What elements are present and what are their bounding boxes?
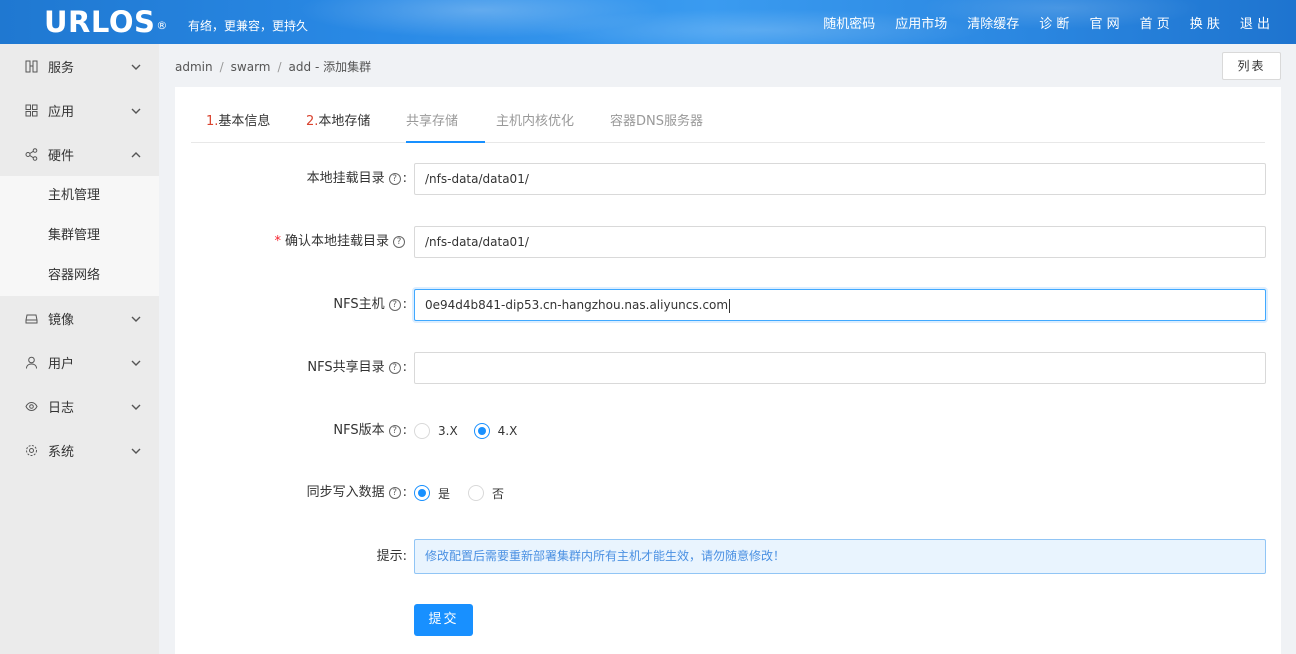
share-icon [24, 147, 38, 161]
radio-nfs-4x[interactable]: 4.X [473, 423, 517, 439]
local-mount-input[interactable]: /nfs-data/data01/ [414, 163, 1266, 195]
sidebar: 服务 应用 硬件 主机管理 集群管理 容器网络 镜像 用户 日志 系统 [0, 44, 159, 654]
help-icon[interactable]: ? [393, 236, 405, 248]
form-row-tip: 提示: 修改配置后需要重新部署集群内所有主机才能生效，请勿随意修改！ [175, 539, 1281, 574]
tab-kernel-optimization[interactable]: 主机内核优化 [496, 87, 574, 143]
form-row-local-mount: 本地挂载目录?: /nfs-data/data01/ [175, 163, 1281, 195]
radio-sync-yes[interactable]: 是 [414, 485, 450, 502]
tip-label: 提示: [376, 549, 407, 564]
nav-logout[interactable]: 退 出 [1230, 13, 1296, 32]
breadcrumb-admin[interactable]: admin [175, 60, 213, 74]
sidebar-item-label: 硬件 [48, 148, 75, 164]
sync-write-radio-group: 是 否 [414, 477, 520, 509]
chevron-up-icon [131, 149, 141, 164]
nfs-host-input[interactable]: 0e94d4b841-dip53.cn-hangzhou.nas.aliyunc… [414, 289, 1266, 321]
chevron-down-icon [131, 445, 141, 460]
chevron-down-icon [131, 105, 141, 120]
sidebar-item-label: 服务 [48, 60, 75, 76]
nfs-host-label: NFS主机?: [333, 297, 407, 312]
top-header: URLOS® 有络，更兼容，更持久 随机密码 应用市场 清除缓存 诊 断 官 网… [0, 0, 1296, 44]
step-tabs: 1.基本信息 2.本地存储 共享存储 主机内核优化 容器DNS服务器 [191, 87, 1265, 143]
form-row-nfs-version: NFS版本?: 3.X 4.X [175, 415, 1281, 447]
form-row-nfs-host: NFS主机?: 0e94d4b841-dip53.cn-hangzhou.nas… [175, 289, 1281, 321]
help-icon[interactable]: ? [388, 362, 401, 374]
sidebar-item-label: 系统 [48, 444, 75, 460]
chevron-down-icon [131, 357, 141, 372]
sidebar-item-label: 应用 [48, 104, 75, 120]
sidebar-item-system[interactable]: 系统 [0, 428, 159, 472]
nav-clear-cache[interactable]: 清除缓存 [957, 13, 1029, 32]
confirm-mount-input[interactable]: /nfs-data/data01/ [414, 226, 1266, 258]
nav-diagnose[interactable]: 诊 断 [1029, 13, 1079, 32]
nfs-version-radio-group: 3.X 4.X [414, 415, 533, 447]
form-row-confirm-mount: * 确认本地挂载目录? /nfs-data/data01/ [175, 226, 1281, 258]
tab-local-storage[interactable]: 2.本地存储 [306, 87, 370, 143]
sidebar-subitem-host-management[interactable]: 主机管理 [0, 176, 159, 216]
nfs-version-label: NFS版本?: [333, 423, 407, 438]
nav-app-market[interactable]: 应用市场 [885, 13, 957, 32]
sidebar-subitem-cluster-management[interactable]: 集群管理 [0, 216, 159, 256]
nav-home[interactable]: 首 页 [1130, 13, 1180, 32]
sidebar-item-label: 用户 [48, 356, 75, 372]
tab-shared-storage[interactable]: 共享存储 [406, 87, 458, 143]
user-icon [24, 355, 38, 369]
text-caret [729, 298, 731, 313]
apps-icon [24, 103, 38, 117]
tab-active-indicator [406, 141, 485, 143]
breadcrumb-swarm[interactable]: swarm [231, 60, 271, 74]
radio-sync-no[interactable]: 否 [468, 485, 504, 502]
eye-icon [24, 399, 38, 413]
nav-skin[interactable]: 换 肤 [1180, 13, 1230, 32]
hardware-submenu: 主机管理 集群管理 容器网络 [0, 176, 159, 296]
sidebar-item-hardware[interactable]: 硬件 [0, 132, 159, 176]
chevron-down-icon [131, 61, 141, 76]
sidebar-subitem-container-network[interactable]: 容器网络 [0, 256, 159, 296]
logo[interactable]: URLOS® [44, 4, 168, 40]
form-row-sync-write: 同步写入数据?: 是 否 [175, 477, 1281, 509]
sync-write-label: 同步写入数据?: [306, 485, 407, 500]
help-icon[interactable]: ? [388, 173, 401, 185]
sidebar-item-label: 镜像 [48, 312, 75, 328]
sidebar-item-image[interactable]: 镜像 [0, 296, 159, 340]
page-title: 添加集群 [323, 60, 372, 74]
breadcrumb-add: add [288, 60, 312, 74]
help-icon[interactable]: ? [388, 487, 401, 499]
sidebar-item-service[interactable]: 服务 [0, 44, 159, 88]
help-icon[interactable]: ? [388, 299, 401, 311]
sidebar-item-user[interactable]: 用户 [0, 340, 159, 384]
tab-basic-info[interactable]: 1.基本信息 [206, 87, 270, 143]
local-mount-label: 本地挂载目录?: [306, 171, 407, 186]
confirm-mount-label: * 确认本地挂载目录? [274, 226, 407, 258]
help-icon[interactable]: ? [388, 425, 401, 437]
slogan: 有络，更兼容，更持久 [188, 19, 309, 33]
radio-circle[interactable] [468, 485, 485, 501]
top-nav: 随机密码 应用市场 清除缓存 诊 断 官 网 首 页 换 肤 退 出 [813, 0, 1296, 44]
form-card: 1.基本信息 2.本地存储 共享存储 主机内核优化 容器DNS服务器 本地挂载目… [175, 87, 1281, 654]
tab-container-dns[interactable]: 容器DNS服务器 [610, 87, 703, 143]
tip-alert: 修改配置后需要重新部署集群内所有主机才能生效，请勿随意修改！ [414, 539, 1266, 574]
required-mark: * [274, 234, 281, 249]
chevron-down-icon [131, 313, 141, 328]
sidebar-item-apps[interactable]: 应用 [0, 88, 159, 132]
gear-icon [24, 443, 38, 457]
sidebar-item-log[interactable]: 日志 [0, 384, 159, 428]
nav-official-site[interactable]: 官 网 [1079, 13, 1129, 32]
grid-icon [24, 59, 38, 73]
breadcrumb: admin / swarm / add - 添加集群 [175, 60, 372, 74]
radio-circle-checked[interactable] [473, 423, 490, 439]
radio-circle[interactable] [414, 423, 430, 439]
radio-circle-checked[interactable] [414, 485, 430, 501]
form-row-nfs-dir: NFS共享目录?: [175, 352, 1281, 384]
submit-button[interactable]: 提交 [414, 604, 473, 636]
drive-icon [24, 311, 38, 325]
nfs-dir-input[interactable] [414, 352, 1266, 384]
sidebar-item-label: 日志 [48, 400, 75, 416]
nav-random-password[interactable]: 随机密码 [813, 13, 885, 32]
list-button[interactable]: 列表 [1222, 52, 1281, 80]
radio-nfs-3x[interactable]: 3.X [414, 423, 458, 439]
chevron-down-icon [131, 401, 141, 416]
nfs-dir-label: NFS共享目录?: [307, 360, 407, 375]
